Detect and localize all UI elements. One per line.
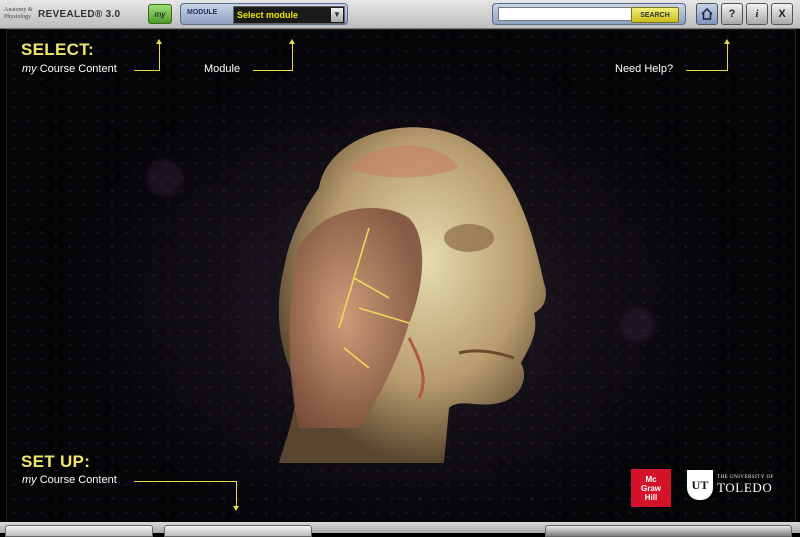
ut-shield-icon: UT [687, 470, 713, 500]
head-anatomy-image [278, 127, 546, 463]
pointer-line [134, 481, 236, 482]
ut-big-text: TOLEDO [717, 479, 773, 495]
bottom-tab[interactable] [5, 525, 153, 537]
mcgraw-line3: Hill [644, 492, 658, 502]
setup-title: SET UP: [21, 452, 91, 471]
search-input[interactable] [498, 7, 632, 21]
arrow-up-icon [724, 39, 730, 44]
pointer-line [253, 70, 292, 71]
pointer-line [134, 70, 160, 71]
mcgraw-hill-logo: Mc Graw Hill [631, 469, 671, 507]
bottom-bar [0, 522, 800, 537]
search-button[interactable]: SEARCH [631, 7, 679, 23]
mcgraw-line1: Mc [645, 474, 657, 484]
arrow-up-icon [289, 39, 295, 44]
pointer-line [686, 70, 727, 71]
top-toolbar: Anatomy & Physiology REVEALED® 3.0 my MO… [0, 0, 800, 29]
university-of-toledo-logo: UT THE UNIVERSITY OF TOLEDO [687, 470, 774, 500]
mcgraw-line2: Graw [640, 483, 661, 493]
module-dropdown-value: Select module [237, 10, 299, 20]
ut-wordmark: THE UNIVERSITY OF TOLEDO [717, 475, 774, 496]
setup-course-content-link[interactable]: my Course Content [22, 474, 117, 486]
logo-subtitle: Anatomy & Physiology [4, 7, 33, 20]
select-course-label: Course Content [36, 63, 117, 75]
select-course-content-link[interactable]: my Course Content [22, 63, 117, 75]
need-help-link[interactable]: Need Help? [615, 63, 673, 75]
close-button[interactable]: X [771, 3, 793, 25]
pointer-line [292, 44, 293, 71]
help-button[interactable]: ? [721, 3, 743, 25]
logo-title: REVEALED® 3.0 [38, 8, 121, 20]
info-button[interactable]: i [746, 3, 768, 25]
pointer-line [159, 44, 160, 71]
module-selector: MODULE Select module ▼ [180, 3, 348, 25]
pointer-line [727, 44, 728, 71]
chevron-down-icon[interactable]: ▼ [331, 8, 343, 22]
module-dropdown[interactable]: Select module ▼ [233, 6, 345, 24]
my-content-button[interactable]: my [148, 4, 172, 24]
module-label: MODULE [187, 9, 218, 16]
main-stage: SELECT: my Course Content Module Need He… [6, 29, 796, 523]
setup-my-label: my [22, 474, 37, 486]
setup-course-label: Course Content [36, 474, 117, 486]
pointer-line [236, 481, 237, 507]
select-my-label: my [22, 63, 37, 75]
arrow-up-icon [156, 39, 162, 44]
arrow-down-icon [233, 506, 239, 511]
home-icon [701, 8, 713, 20]
app-logo: Anatomy & Physiology REVEALED® 3.0 [4, 3, 120, 25]
bottom-tab[interactable] [164, 525, 312, 537]
search-bar: SEARCH [492, 3, 686, 25]
home-button[interactable] [696, 3, 718, 25]
select-title: SELECT: [21, 40, 94, 59]
bottom-panel[interactable] [545, 525, 792, 537]
module-link[interactable]: Module [204, 63, 240, 75]
ut-small-text: THE UNIVERSITY OF [717, 474, 774, 480]
